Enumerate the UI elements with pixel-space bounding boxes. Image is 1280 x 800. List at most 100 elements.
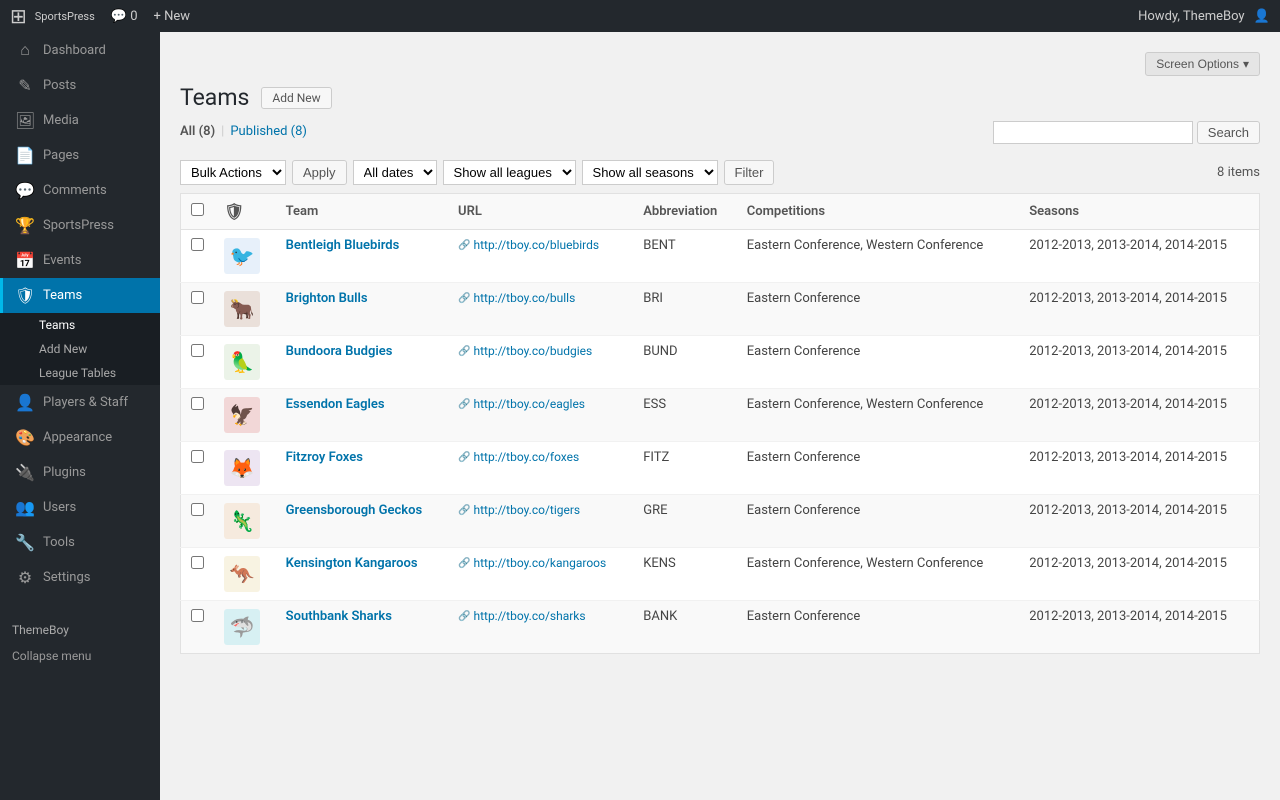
comments-icon: 💬 xyxy=(15,181,35,200)
new-content-link[interactable]: + New xyxy=(154,9,191,24)
team-url-cell: 🔗 http://tboy.co/sharks xyxy=(448,601,633,654)
team-name-cell: Bentleigh Bluebirds xyxy=(276,230,448,283)
row-checkbox[interactable] xyxy=(191,397,204,410)
row-checkbox[interactable] xyxy=(191,291,204,304)
sidebar-item-posts[interactable]: ✎ Posts xyxy=(0,68,160,103)
team-url-link[interactable]: 🔗 http://tboy.co/bluebirds xyxy=(458,238,623,252)
row-checkbox[interactable] xyxy=(191,450,204,463)
team-competitions-cell: Eastern Conference, Western Conference xyxy=(737,548,1019,601)
select-all-header xyxy=(181,194,215,230)
table-row: 🦊 Fitzroy Foxes 🔗 http://tboy.co/foxes F… xyxy=(181,442,1260,495)
row-checkbox[interactable] xyxy=(191,238,204,251)
add-new-button[interactable]: Add New xyxy=(261,87,331,109)
tools-icon: 🔧 xyxy=(15,533,35,552)
site-name[interactable]: SportsPress xyxy=(35,10,95,23)
bulk-actions-select[interactable]: Bulk Actions xyxy=(180,160,286,185)
team-url-link[interactable]: 🔗 http://tboy.co/eagles xyxy=(458,397,623,411)
sidebar-label-teams: Teams xyxy=(43,288,82,303)
team-url-link[interactable]: 🔗 http://tboy.co/sharks xyxy=(458,609,623,623)
row-checkbox[interactable] xyxy=(191,556,204,569)
team-url-link[interactable]: 🔗 http://tboy.co/tigers xyxy=(458,503,623,517)
sidebar-label-events: Events xyxy=(43,253,81,268)
user-avatar-link[interactable]: 👤 xyxy=(1254,9,1270,24)
appearance-icon: 🎨 xyxy=(15,428,35,447)
team-name-link[interactable]: Essendon Eagles xyxy=(286,397,385,412)
sidebar-item-plugins[interactable]: 🔌 Plugins xyxy=(0,455,160,490)
search-button[interactable]: Search xyxy=(1197,121,1260,144)
team-icon: 🦊 xyxy=(224,450,260,486)
sidebar-item-appearance[interactable]: 🎨 Appearance xyxy=(0,420,160,455)
team-competitions-cell: Eastern Conference xyxy=(737,442,1019,495)
team-seasons-cell: 2012-2013, 2013-2014, 2014-2015 xyxy=(1019,548,1259,601)
filter-tab-all[interactable]: All (8) xyxy=(180,124,215,139)
filter-tab-published[interactable]: Published (8) xyxy=(230,124,307,139)
filter-button[interactable]: Filter xyxy=(724,160,775,185)
sidebar-item-users[interactable]: 👥 Users xyxy=(0,490,160,525)
team-icon-cell: 🐂 xyxy=(214,283,276,336)
submenu-item-teams[interactable]: Teams xyxy=(0,313,160,337)
table-row: 🦎 Greensborough Geckos 🔗 http://tboy.co/… xyxy=(181,495,1260,548)
team-name-link[interactable]: Bentleigh Bluebirds xyxy=(286,238,400,253)
team-abbreviation-cell: BANK xyxy=(633,601,737,654)
team-competitions-cell: Eastern Conference xyxy=(737,601,1019,654)
row-checkbox[interactable] xyxy=(191,503,204,516)
media-icon: 🖼 xyxy=(15,111,35,130)
sidebar-item-tools[interactable]: 🔧 Tools xyxy=(0,525,160,560)
sidebar-item-comments[interactable]: 💬 Comments xyxy=(0,173,160,208)
dates-filter-select[interactable]: All dates xyxy=(353,160,437,185)
leagues-filter-select[interactable]: Show all leagues xyxy=(443,160,576,185)
sidebar-item-dashboard[interactable]: ⌂ Dashboard xyxy=(0,32,160,68)
team-name-cell: Southbank Sharks xyxy=(276,601,448,654)
team-url-cell: 🔗 http://tboy.co/eagles xyxy=(448,389,633,442)
row-checkbox[interactable] xyxy=(191,609,204,622)
page-header: Teams Add New xyxy=(180,84,1260,111)
team-url-link[interactable]: 🔗 http://tboy.co/bulls xyxy=(458,291,623,305)
themeboy-link[interactable]: ThemeBoy xyxy=(0,615,160,645)
team-name-link[interactable]: Fitzroy Foxes xyxy=(286,450,363,465)
external-link-icon: 🔗 xyxy=(458,240,470,251)
team-competitions-cell: Eastern Conference xyxy=(737,336,1019,389)
sidebar-label-tools: Tools xyxy=(43,535,75,550)
team-name-link[interactable]: Kensington Kangaroos xyxy=(286,556,418,571)
sidebar-item-media[interactable]: 🖼 Media xyxy=(0,103,160,138)
table-row: 🦜 Bundoora Budgies 🔗 http://tboy.co/budg… xyxy=(181,336,1260,389)
row-checkbox-cell xyxy=(181,336,215,389)
row-checkbox[interactable] xyxy=(191,344,204,357)
sidebar-item-teams[interactable]: 🛡 Teams xyxy=(0,278,160,313)
search-input[interactable] xyxy=(993,121,1193,144)
submenu-item-league-tables[interactable]: League Tables xyxy=(0,361,160,385)
apply-button[interactable]: Apply xyxy=(292,160,347,185)
team-name-link[interactable]: Bundoora Budgies xyxy=(286,344,393,359)
screen-options-button[interactable]: Screen Options ▾ xyxy=(1145,52,1260,76)
sidebar-item-events[interactable]: 📅 Events xyxy=(0,243,160,278)
sidebar-item-sportspress[interactable]: 🏆 SportsPress xyxy=(0,208,160,243)
team-url-link[interactable]: 🔗 http://tboy.co/foxes xyxy=(458,450,623,464)
site-label: SportsPress xyxy=(35,10,95,23)
team-name-link[interactable]: Southbank Sharks xyxy=(286,609,392,624)
team-name-link[interactable]: Greensborough Geckos xyxy=(286,503,423,518)
collapse-menu[interactable]: Collapse menu xyxy=(0,645,160,667)
team-url-cell: 🔗 http://tboy.co/budgies xyxy=(448,336,633,389)
comments-link[interactable]: 💬 0 xyxy=(111,9,138,24)
external-link-icon: 🔗 xyxy=(458,558,470,569)
team-name-link[interactable]: Brighton Bulls xyxy=(286,291,368,306)
team-icon: 🦅 xyxy=(224,397,260,433)
team-abbreviation-cell: KENS xyxy=(633,548,737,601)
row-checkbox-cell xyxy=(181,389,215,442)
bulk-actions-row: Bulk Actions Apply All dates Show all le… xyxy=(180,160,1260,185)
team-name-cell: Fitzroy Foxes xyxy=(276,442,448,495)
row-checkbox-cell xyxy=(181,283,215,336)
sidebar-item-settings[interactable]: ⚙ Settings xyxy=(0,560,160,595)
sidebar-item-players[interactable]: 👤 Players & Staff xyxy=(0,385,160,420)
select-all-checkbox[interactable] xyxy=(191,203,204,216)
users-icon: 👥 xyxy=(15,498,35,517)
external-link-icon: 🔗 xyxy=(458,505,470,516)
wp-logo[interactable]: ⊞ xyxy=(10,4,27,28)
team-abbreviation-cell: GRE xyxy=(633,495,737,548)
submenu-item-add-new[interactable]: Add New xyxy=(0,337,160,361)
sidebar-item-pages[interactable]: 📄 Pages xyxy=(0,138,160,173)
seasons-filter-select[interactable]: Show all seasons xyxy=(582,160,718,185)
team-url-link[interactable]: 🔗 http://tboy.co/budgies xyxy=(458,344,623,358)
teams-icon: 🛡 xyxy=(15,286,35,305)
team-url-link[interactable]: 🔗 http://tboy.co/kangaroos xyxy=(458,556,623,570)
